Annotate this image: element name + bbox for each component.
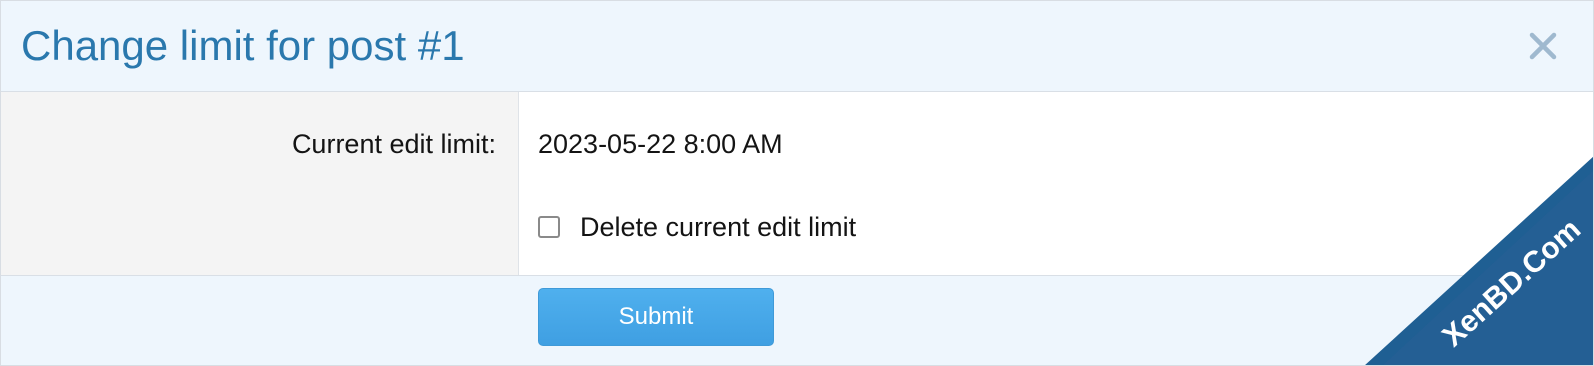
form-footer: Submit	[1, 276, 1593, 365]
close-icon[interactable]	[1527, 30, 1559, 62]
submit-button[interactable]: Submit	[538, 288, 774, 346]
delete-limit-checkbox[interactable]	[538, 216, 560, 238]
dialog-title: Change limit for post #1	[21, 22, 465, 69]
current-edit-limit-value: 2023-05-22 8:00 AM	[538, 129, 783, 159]
delete-limit-option[interactable]: Delete current edit limit	[538, 210, 856, 244]
form-rows: Current edit limit: 2023-05-22 8:00 AM D…	[1, 92, 1593, 276]
form-label-column: Current edit limit:	[1, 92, 519, 275]
dialog-header: Change limit for post #1	[1, 1, 1593, 92]
edit-limit-dialog: Change limit for post #1 Current edit li…	[0, 0, 1594, 366]
delete-limit-label: Delete current edit limit	[580, 212, 857, 242]
current-edit-limit-label: Current edit limit:	[291, 129, 496, 159]
